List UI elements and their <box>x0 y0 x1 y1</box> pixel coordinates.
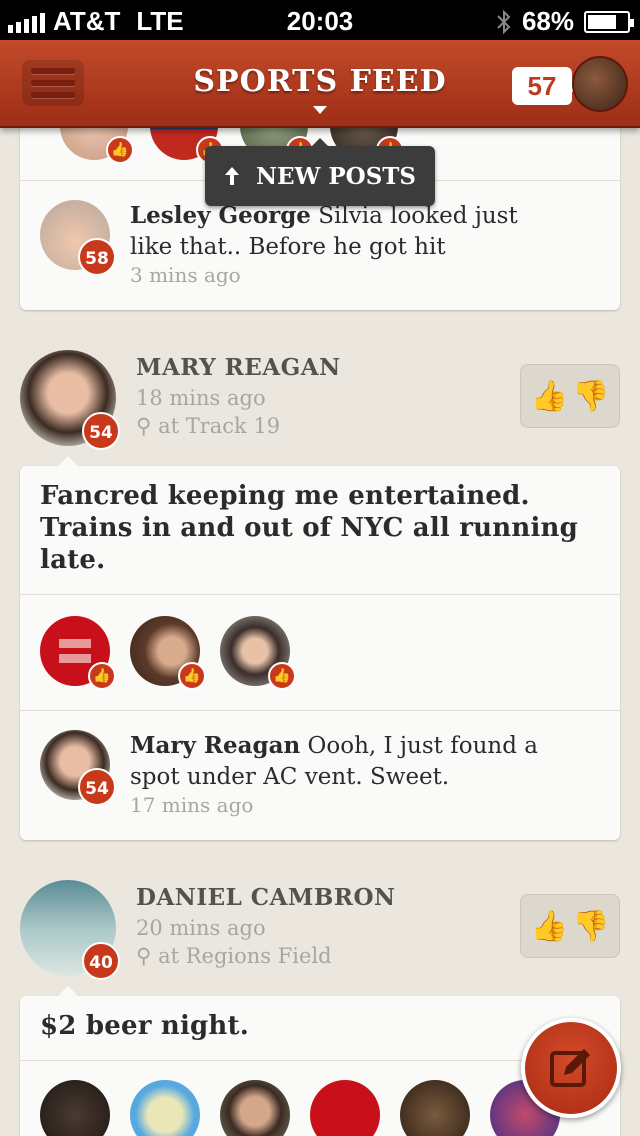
comment: Mary Reagan Oooh, I just found a spot un… <box>130 730 590 817</box>
nav-bar: SPORTS FEED 57 <box>0 40 640 128</box>
post-body: $2 beer night. <box>40 1011 249 1041</box>
chevron-down-icon <box>313 106 327 114</box>
liker-avatar[interactable] <box>310 1080 380 1136</box>
level-badge: 54 <box>82 412 120 450</box>
liker-avatar[interactable]: 👍 <box>40 616 116 690</box>
level-badge: 58 <box>78 238 116 276</box>
liker-avatar[interactable]: 👍 <box>220 616 296 690</box>
post-body: Fancred keeping me entertained. Trains i… <box>40 481 579 575</box>
location-label: at Track 19 <box>158 414 281 438</box>
comment: Lesley George Silvia looked just like th… <box>130 200 560 287</box>
thumbs-down-icon: 👎 <box>572 378 610 414</box>
post-author[interactable]: DANIEL CAMBRON <box>136 884 396 911</box>
post-card: Fancred keeping me entertained. Trains i… <box>20 466 620 840</box>
comment-time: 3 mins ago <box>130 263 241 287</box>
location-pin-icon: ⚲ <box>136 944 152 968</box>
battery-percent: 68% <box>521 6 574 36</box>
new-posts-button[interactable]: NEW POSTS <box>205 138 435 206</box>
liker-avatar[interactable]: 👍 <box>130 616 206 690</box>
liker-avatar[interactable] <box>130 1080 200 1136</box>
thumbs-up-icon: 👍 <box>268 662 296 690</box>
commenter-avatar[interactable]: 58 <box>40 200 116 276</box>
location-pin-icon: ⚲ <box>136 414 152 438</box>
thumbs-up-icon: 👍 <box>530 908 568 944</box>
post-location[interactable]: ⚲ at Track 19 <box>136 414 280 438</box>
profile-avatar[interactable] <box>572 56 628 112</box>
liker-avatar[interactable] <box>220 1080 290 1136</box>
level-badge: 40 <box>82 942 120 980</box>
vote-button[interactable]: 👍 👎 <box>520 364 620 428</box>
comment-author[interactable]: Lesley George <box>130 202 311 229</box>
author-avatar[interactable]: 54 <box>20 350 120 450</box>
new-posts-label: NEW POSTS <box>255 162 417 190</box>
liker-avatar[interactable] <box>400 1080 470 1136</box>
comment-time: 17 mins ago <box>130 793 254 817</box>
thumbs-down-icon: 👎 <box>572 908 610 944</box>
post-time: 18 mins ago <box>136 386 266 410</box>
location-label: at Regions Field <box>158 944 332 968</box>
level-badge: 54 <box>78 768 116 806</box>
thumbs-up-icon: 👍 <box>530 378 568 414</box>
post-location[interactable]: ⚲ at Regions Field <box>136 944 332 968</box>
post-time: 20 mins ago <box>136 916 266 940</box>
comment-author[interactable]: Mary Reagan <box>130 732 300 759</box>
thumbs-up-icon: 👍 <box>88 662 116 690</box>
arrow-up-icon <box>224 167 239 185</box>
battery-icon <box>584 10 634 33</box>
bluetooth-icon <box>497 9 511 34</box>
liker-avatar[interactable] <box>40 1080 110 1136</box>
compose-icon <box>550 1049 590 1087</box>
thumbs-up-icon: 👍 <box>106 136 134 164</box>
post-author[interactable]: MARY REAGAN <box>136 354 341 381</box>
commenter-avatar[interactable]: 54 <box>40 730 116 806</box>
compose-button[interactable] <box>521 1018 621 1118</box>
thumbs-up-icon: 👍 <box>178 662 206 690</box>
vote-button[interactable]: 👍 👎 <box>520 894 620 958</box>
author-avatar[interactable]: 40 <box>20 880 120 980</box>
status-bar: AT&T LTE 20:03 68% <box>0 0 640 40</box>
notification-count[interactable]: 57 <box>512 67 580 105</box>
